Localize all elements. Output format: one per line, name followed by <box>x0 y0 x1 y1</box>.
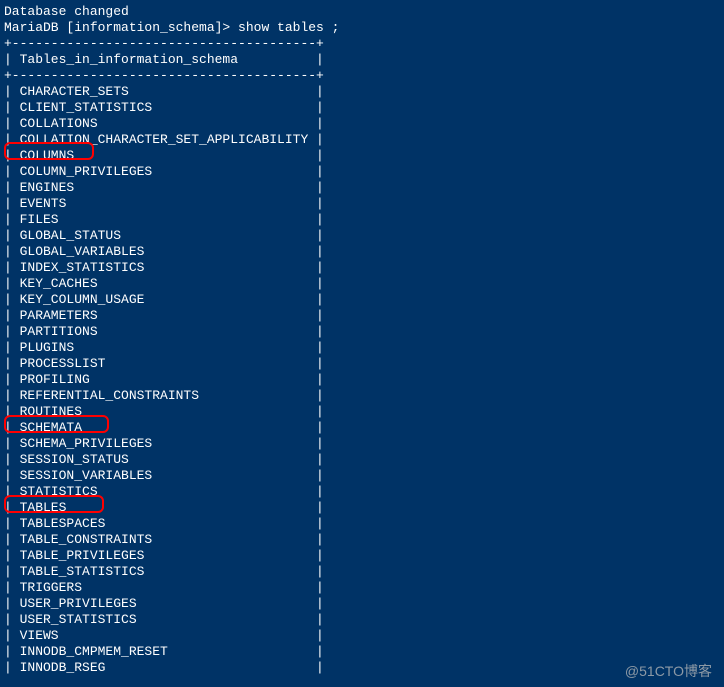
table-row: | GLOBAL_VARIABLES | <box>4 244 720 260</box>
table-row: | EVENTS | <box>4 196 720 212</box>
table-row: | USER_PRIVILEGES | <box>4 596 720 612</box>
table-row: | COLLATION_CHARACTER_SET_APPLICABILITY … <box>4 132 720 148</box>
table-border-top: +---------------------------------------… <box>4 36 720 52</box>
table-row: | ROUTINES | <box>4 404 720 420</box>
table-row: | PROCESSLIST | <box>4 356 720 372</box>
table-border-mid: +---------------------------------------… <box>4 68 720 84</box>
table-row: | COLUMN_PRIVILEGES | <box>4 164 720 180</box>
table-row: | CHARACTER_SETS | <box>4 84 720 100</box>
table-row: | KEY_COLUMN_USAGE | <box>4 292 720 308</box>
table-row: | TABLES | <box>4 500 720 516</box>
prompt-command-line[interactable]: MariaDB [information_schema]> show table… <box>4 20 720 36</box>
table-row: | SESSION_STATUS | <box>4 452 720 468</box>
table-row: | CLIENT_STATISTICS | <box>4 100 720 116</box>
table-row: | COLUMNS | <box>4 148 720 164</box>
table-row: | REFERENTIAL_CONSTRAINTS | <box>4 388 720 404</box>
table-row: | TRIGGERS | <box>4 580 720 596</box>
table-row: | SESSION_VARIABLES | <box>4 468 720 484</box>
table-row: | USER_STATISTICS | <box>4 612 720 628</box>
table-row: | TABLESPACES | <box>4 516 720 532</box>
prompt-text: MariaDB [information_schema]> <box>4 20 238 35</box>
table-row: | SCHEMATA | <box>4 420 720 436</box>
table-header-row: | Tables_in_information_schema | <box>4 52 720 68</box>
table-row: | TABLE_PRIVILEGES | <box>4 548 720 564</box>
table-row: | INDEX_STATISTICS | <box>4 260 720 276</box>
table-row: | INNODB_CMPMEM_RESET | <box>4 644 720 660</box>
table-row: | KEY_CACHES | <box>4 276 720 292</box>
status-line: Database changed <box>4 4 720 20</box>
table-row: | PARAMETERS | <box>4 308 720 324</box>
table-row: | INNODB_RSEG | <box>4 660 720 676</box>
table-row: | PLUGINS | <box>4 340 720 356</box>
table-row: | FILES | <box>4 212 720 228</box>
table-row: | PROFILING | <box>4 372 720 388</box>
table-row: | STATISTICS | <box>4 484 720 500</box>
watermark-text: @51CTO博客 <box>625 663 712 679</box>
table-row: | GLOBAL_STATUS | <box>4 228 720 244</box>
table-row: | TABLE_STATISTICS | <box>4 564 720 580</box>
table-row: | ENGINES | <box>4 180 720 196</box>
table-row: | VIEWS | <box>4 628 720 644</box>
table-row: | COLLATIONS | <box>4 116 720 132</box>
table-row: | TABLE_CONSTRAINTS | <box>4 532 720 548</box>
table-row: | SCHEMA_PRIVILEGES | <box>4 436 720 452</box>
table-row: | PARTITIONS | <box>4 324 720 340</box>
command-text: show tables ; <box>238 20 339 35</box>
